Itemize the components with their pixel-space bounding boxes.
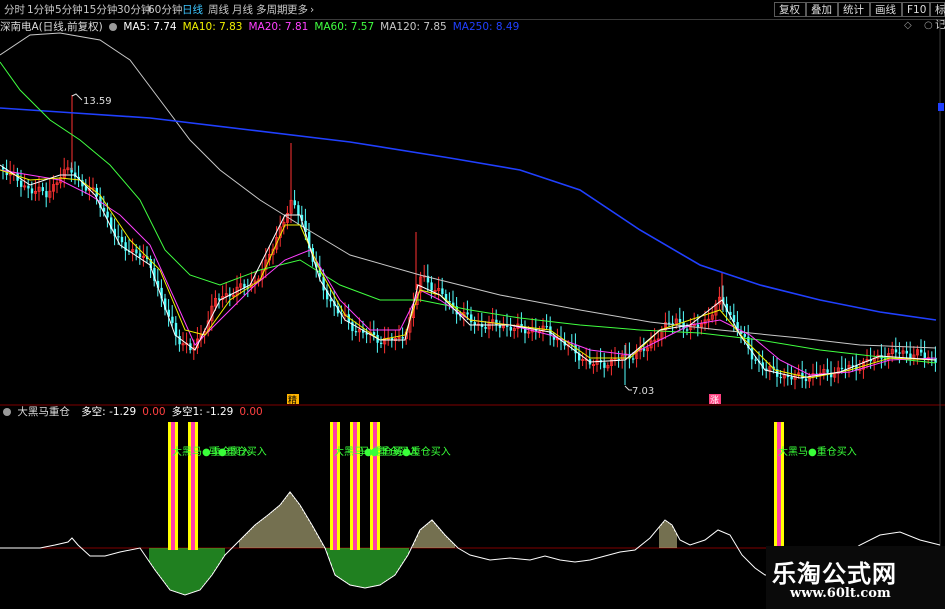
candle-body [120,236,124,243]
candle-body [920,349,923,353]
buy-signal-bar-inner [171,422,175,550]
ma120-line [0,32,937,349]
candle-body [135,249,138,254]
candle-body [293,200,296,206]
candle-body [686,329,689,331]
candle-body [779,376,782,379]
candle-body [27,185,30,189]
indicator-header: 大黑马重仓 多空: -1.29 0.00 多空1: -1.29 0.00 [0,405,263,419]
indicator-name: 大黑马重仓 [17,406,70,418]
indicator-value: 0.00 [239,406,263,418]
buy-signal-label: 大黑马●重仓买入 [778,447,857,458]
indicator-value: 多空1: -1.29 [171,406,234,418]
candle-body [696,324,700,327]
watermark-title: 乐淘公式网 [772,560,897,588]
candle-body [20,180,23,187]
candle-body [30,188,34,194]
candle-body [45,191,48,198]
candle-body [632,358,635,360]
high-pointer [71,93,83,101]
candle-body [506,325,509,327]
buy-signal-bar-inner [777,422,781,550]
indicator-values: 多空: -1.29 0.00 多空1: -1.29 0.00 [73,406,263,418]
candle-body [466,312,469,315]
watermark-url: www.60lt.com [790,586,891,601]
candle-body [106,211,109,218]
candle-body [826,369,829,373]
event-marker-label: 涨 [710,395,719,406]
ma250-line [0,107,937,321]
indicator-settings-icon[interactable] [3,408,11,416]
ma250-marker [938,103,944,111]
watermark: 乐淘公式网 www.60lt.com [766,546,945,609]
candle-body [790,377,793,380]
candle-body [117,236,120,238]
candle-body [171,316,174,323]
buy-signal-bar-inner [353,422,357,550]
candle-body [380,342,383,344]
candle-body [484,326,487,329]
event-marker-label: 精 [288,394,297,406]
candle-body [470,314,473,323]
candle-body [905,350,908,354]
candle-body [41,187,44,192]
candle-body [329,299,332,302]
candle-body [678,318,682,323]
candle-body [743,334,746,337]
low-pointer [624,385,632,391]
candle-body [898,352,901,354]
candle-body [441,288,444,294]
candle-body [545,326,548,328]
candle-body [297,205,300,215]
candle-body [923,352,926,358]
candle-body [603,362,606,368]
candle-body [401,337,404,339]
buy-signal-bar-inner [333,422,337,550]
candle-body [804,378,808,382]
high-price-label: 13.59 [83,96,112,107]
candle-body [894,349,898,353]
indicator-value: 0.00 [142,406,166,418]
buy-signal-bar-inner [191,422,195,550]
candle-body [909,353,912,359]
buy-signal-label: 马●重仓买入 [208,447,267,458]
buy-signal-bar-inner [373,422,377,550]
low-price-label: 7.03 [632,386,654,397]
candle-body [754,359,757,361]
indicator-value: 多空: -1.29 [81,406,137,418]
candle-body [840,367,844,370]
candle-body [509,326,512,331]
buy-signal-label: 马●重仓买入 [392,447,451,458]
candle-body [138,253,142,258]
candle-body [354,331,358,333]
kline-chart-canvas[interactable]: 13.59 7.03 精 涨 [0,0,945,609]
candle-body [430,282,433,291]
